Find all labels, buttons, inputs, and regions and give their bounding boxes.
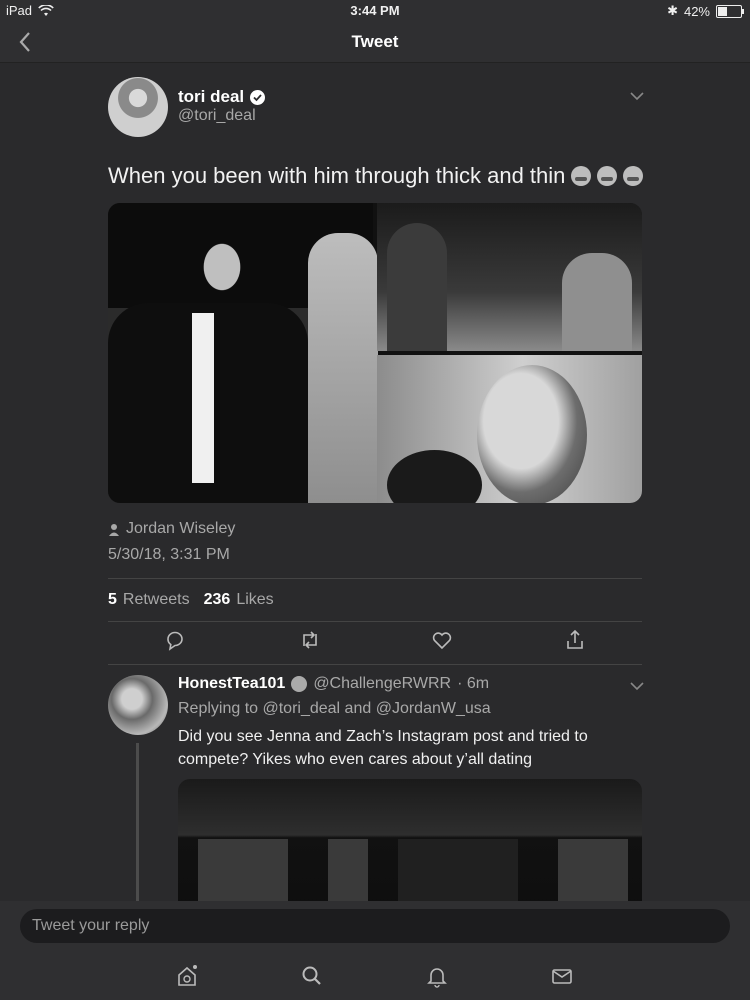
tweet-detail: tori deal @tori_deal When you been with … [0,63,750,901]
likes-count[interactable]: 236 [204,591,231,609]
replying-to[interactable]: Replying to @tori_deal and @JordanW_usa [178,700,491,718]
devil-emoji-icon [291,676,308,692]
page-title: Tweet [351,32,399,51]
author-handle: @tori_deal [178,107,256,124]
media-photo-1[interactable] [108,203,378,503]
reply-author-avatar[interactable] [108,675,168,735]
battery-icon [716,4,744,18]
laughing-emoji-icon [571,166,592,186]
battery-percent: 42% [683,3,710,19]
messages-icon[interactable] [549,963,575,989]
nav-bar: Tweet [0,22,750,63]
reply-input[interactable]: Tweet your reply [20,909,730,943]
reply-composer-bar: Tweet your reply [0,901,750,951]
author-name: tori deal [178,87,245,106]
retweet-icon[interactable] [298,628,322,652]
retweets-label[interactable]: Retweets [123,591,190,609]
person-icon [109,523,119,536]
divider [108,664,642,665]
reply-time: · 6m [457,675,490,692]
notifications-icon[interactable] [424,963,450,989]
tweet-media-grid [108,203,642,503]
retweets-count[interactable]: 5 [108,591,117,609]
divider [108,578,642,579]
verified-badge-icon [250,89,266,105]
bluetooth-icon: ✱ [667,3,678,18]
reply-author-row[interactable]: HonestTea101 @ChallengeRWRR · 6m [178,675,489,693]
reply-author-name: HonestTea101 [178,675,286,692]
share-icon[interactable] [563,628,587,652]
author-avatar[interactable] [108,77,168,137]
man-emoji-icon [597,166,618,186]
divider [108,621,642,622]
media-photo-2[interactable] [377,203,642,351]
likes-label[interactable]: Likes [236,591,273,609]
tweet-stats: 5 Retweets 236 Likes [108,591,274,609]
status-time: 3:44 PM [350,3,400,18]
tab-bar [0,951,750,1000]
home-icon[interactable] [174,963,200,989]
search-icon[interactable] [299,963,325,989]
thread-line [136,743,139,901]
author-name-row[interactable]: tori deal [178,87,266,107]
tweet-text: When you been with him through thick and… [108,163,644,189]
reply-media[interactable] [178,779,642,901]
reply-author-handle: @ChallengeRWRR [313,675,452,692]
tweet-actions [108,628,642,656]
like-heart-icon[interactable] [430,628,454,652]
tweet-options-chevron-icon[interactable] [628,89,646,103]
media-photo-3[interactable] [377,355,642,503]
tagged-user[interactable]: Jordan Wiseley [108,520,235,538]
reply-text: Did you see Jenna and Zach’s Instagram p… [178,728,588,768]
tagged-user-name: Jordan Wiseley [126,520,236,537]
reply-options-chevron-icon[interactable] [628,679,646,693]
man-emoji-icon [623,166,644,186]
tweet-body: When you been with him through thick and… [108,163,566,188]
status-bar: iPad 3:44 PM ✱ 42% [0,0,750,22]
tweet-timestamp: 5/30/18, 3:31 PM [108,546,230,563]
reply-icon[interactable] [163,628,187,652]
